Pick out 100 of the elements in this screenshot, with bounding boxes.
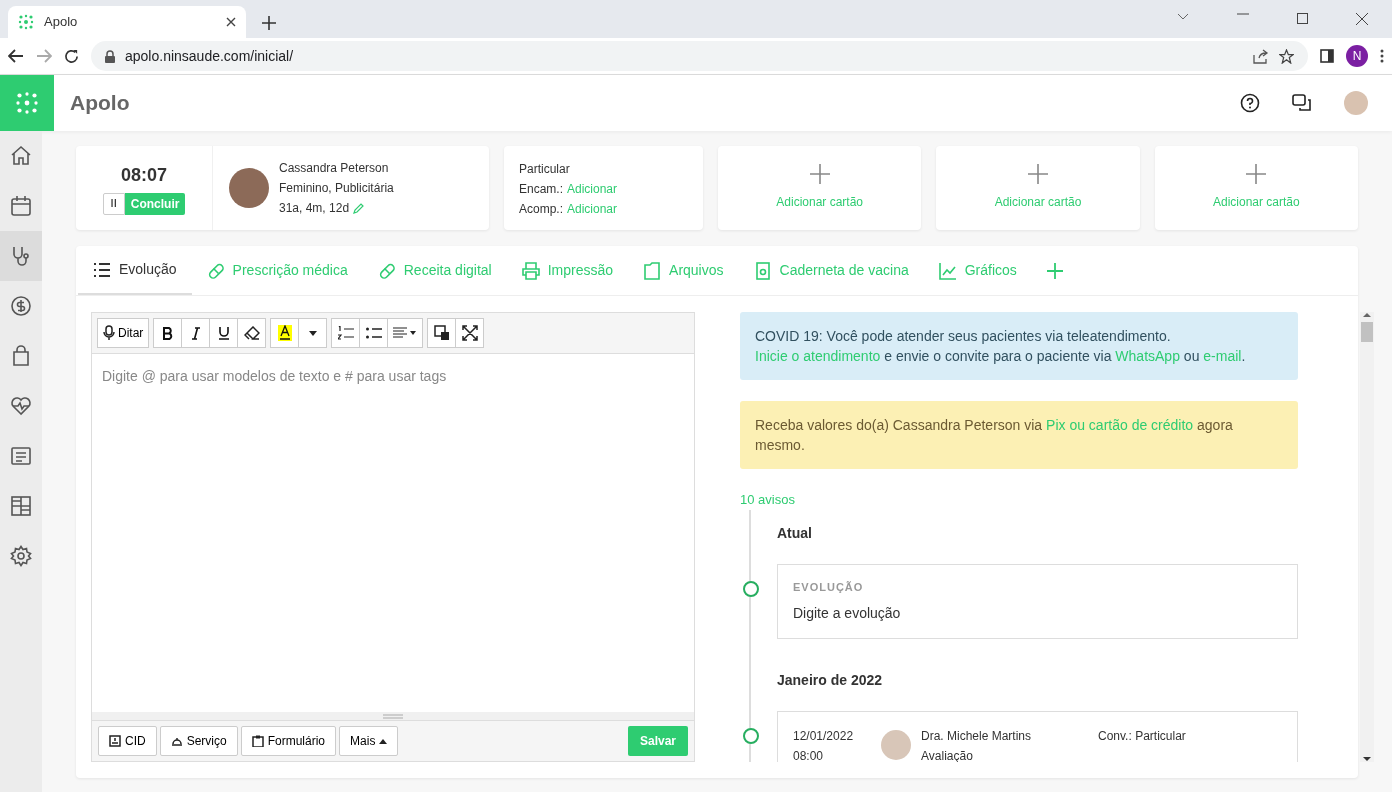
app-title: Apolo [70, 90, 130, 117]
tab[interactable]: Receita digital [362, 246, 507, 295]
star-icon[interactable] [1279, 48, 1294, 64]
bold-icon [162, 326, 173, 340]
eraser-button[interactable] [237, 318, 267, 348]
timeline-dot [743, 580, 759, 597]
chat-icon[interactable] [1292, 94, 1312, 112]
folder-icon [643, 261, 662, 280]
editor-footer-button[interactable]: Serviço [159, 726, 238, 756]
tab[interactable]: Gráficos [923, 246, 1032, 295]
chevron-down-icon[interactable] [1177, 13, 1189, 21]
grid-icon [10, 495, 32, 517]
timeline-dot [743, 728, 759, 744]
line-chart-icon [938, 261, 957, 280]
text-highlight-button[interactable] [270, 318, 300, 348]
visit-date: 12/01/2022 [793, 728, 855, 745]
home-icon [10, 145, 32, 167]
more-menu-icon[interactable] [1380, 49, 1384, 63]
scroll-down-icon[interactable] [1363, 756, 1371, 762]
entry-label: EVOLUÇÃO [793, 579, 865, 595]
side-panel-icon[interactable] [1320, 49, 1334, 63]
add-link[interactable]: Adicionar [567, 199, 618, 219]
bold-button[interactable] [153, 318, 183, 348]
add-card[interactable]: Adicionar cartão [1154, 146, 1358, 230]
alert-link[interactable]: Inicie o atendimento [755, 348, 881, 364]
numbered-list-icon [337, 326, 354, 340]
pause-button[interactable]: II [102, 192, 125, 215]
eraser-icon [243, 326, 260, 340]
editor-placeholder[interactable]: Digite @ para usar modelos de texto e # para usar tags [102, 368, 447, 384]
document-list-icon [10, 445, 32, 467]
patient-photo-placeholder [229, 168, 269, 208]
list-icon [93, 260, 111, 279]
plus-icon [809, 164, 830, 184]
scrollbar-thumb[interactable] [1361, 322, 1373, 342]
maximize-icon[interactable] [1297, 13, 1308, 24]
id-card-icon [109, 735, 121, 747]
numbered-list-button[interactable] [331, 318, 361, 348]
reload-icon[interactable] [64, 48, 79, 64]
timer-text: 08:07 [120, 163, 167, 187]
editor-footer-button[interactable]: CID [98, 726, 157, 756]
save-button[interactable]: Salvar [627, 726, 688, 756]
close-icon[interactable] [226, 17, 236, 27]
visit-insurance: Conv.: Particular [1098, 728, 1186, 745]
entry-text: Digite a evolução [793, 604, 902, 623]
resize-handle-icon[interactable] [383, 713, 403, 719]
shopping-bag-icon [10, 345, 32, 367]
add-card-label: Adicionar cartão [994, 194, 1082, 211]
timeline-group-title: Atual [777, 523, 813, 543]
visit-type: Avaliação [921, 748, 974, 762]
underline-icon [218, 326, 229, 340]
heart-pulse-icon [10, 395, 32, 417]
add-card[interactable]: Adicionar cartão [936, 146, 1140, 230]
fullscreen-icon [461, 325, 478, 341]
plus-icon [1028, 164, 1048, 184]
scrollbar[interactable] [1360, 312, 1374, 762]
sidebar-item[interactable] [0, 231, 42, 281]
stethoscope-icon [10, 245, 32, 267]
visit-time: 08:00 [793, 748, 825, 762]
close-icon[interactable] [1356, 13, 1368, 25]
alert-link[interactable]: Pix ou cartão de crédito [1046, 417, 1194, 433]
align-dropdown-icon [393, 327, 418, 339]
printer-icon [521, 261, 540, 280]
italic-button[interactable] [181, 318, 211, 348]
tab[interactable]: Arquivos [628, 246, 739, 295]
patient-details: Feminino, Publicitária [279, 180, 394, 197]
caret-up-icon [379, 738, 388, 744]
tab[interactable]: Evolução [78, 246, 192, 295]
profile-avatar[interactable]: N [1346, 45, 1368, 67]
share-icon[interactable] [1253, 48, 1269, 64]
tab[interactable]: Caderneta de vacina [738, 246, 924, 295]
finish-button[interactable]: Concluir [124, 192, 186, 215]
scroll-up-icon[interactable] [1363, 312, 1371, 318]
timeline-group-title: Janeiro de 2022 [777, 671, 884, 690]
pill-icon [377, 261, 396, 280]
add-card[interactable]: Adicionar cartão [718, 146, 922, 230]
editor-footer-button[interactable]: Formulário [240, 726, 337, 756]
dictate-button[interactable]: Ditar [97, 318, 150, 348]
editor-footer-button[interactable]: Mais [339, 726, 399, 756]
bullet-list-icon [365, 327, 382, 339]
underline-button[interactable] [209, 318, 239, 348]
tab[interactable]: Impressão [506, 246, 629, 295]
add-link[interactable]: Adicionar [567, 179, 618, 199]
doctor-name: Dra. Michele Martins [921, 728, 1033, 745]
alert-link[interactable]: WhatsApp [1115, 348, 1180, 364]
fullscreen-button[interactable] [455, 318, 485, 348]
bullet-list-button[interactable] [359, 318, 389, 348]
notice-count[interactable]: 10 avisos [740, 490, 1298, 510]
doctor-avatar [881, 730, 911, 760]
back-arrow-icon[interactable] [8, 49, 24, 63]
translate-button[interactable] [427, 318, 457, 348]
italic-icon [191, 326, 200, 340]
tab[interactable]: Prescrição médica [191, 246, 363, 295]
new-tab-icon[interactable] [262, 16, 276, 30]
help-icon[interactable] [1240, 93, 1260, 113]
microphone-icon [103, 325, 115, 341]
caret-down-button[interactable] [298, 318, 328, 348]
text-highlight-icon [277, 325, 292, 341]
add-card-label: Adicionar cartão [776, 194, 863, 211]
address-bar[interactable]: apolo.ninsaude.com/inicial/ [91, 41, 1308, 71]
add-card-label: Adicionar cartão [1212, 194, 1300, 211]
